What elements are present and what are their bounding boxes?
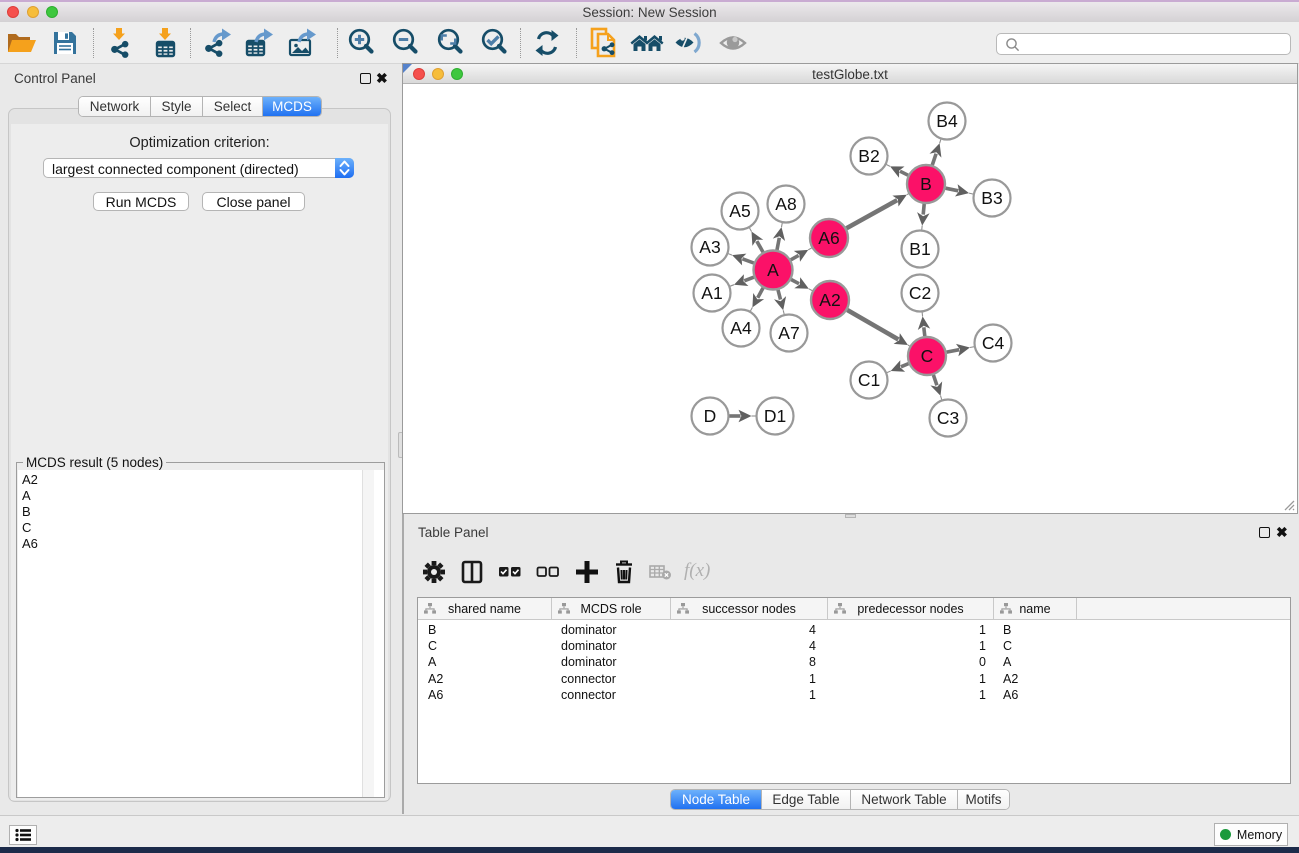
svg-text:C: C xyxy=(921,346,934,366)
svg-text:A5: A5 xyxy=(729,201,750,221)
svg-text:A3: A3 xyxy=(699,237,720,257)
svg-text:D1: D1 xyxy=(764,406,786,426)
svg-text:B1: B1 xyxy=(909,239,930,259)
svg-text:A1: A1 xyxy=(701,283,722,303)
svg-text:A6: A6 xyxy=(818,228,839,248)
svg-text:B4: B4 xyxy=(936,111,958,131)
svg-text:B3: B3 xyxy=(981,188,1002,208)
svg-text:B2: B2 xyxy=(858,146,879,166)
svg-text:A7: A7 xyxy=(778,323,799,343)
svg-text:A2: A2 xyxy=(819,290,840,310)
svg-text:D: D xyxy=(704,406,717,426)
svg-text:C4: C4 xyxy=(982,333,1005,353)
svg-text:C2: C2 xyxy=(909,283,931,303)
svg-text:C1: C1 xyxy=(858,370,880,390)
svg-text:B: B xyxy=(920,174,932,194)
svg-text:C3: C3 xyxy=(937,408,959,428)
svg-text:A4: A4 xyxy=(730,318,752,338)
svg-text:A8: A8 xyxy=(775,194,796,214)
svg-text:A: A xyxy=(767,260,779,280)
